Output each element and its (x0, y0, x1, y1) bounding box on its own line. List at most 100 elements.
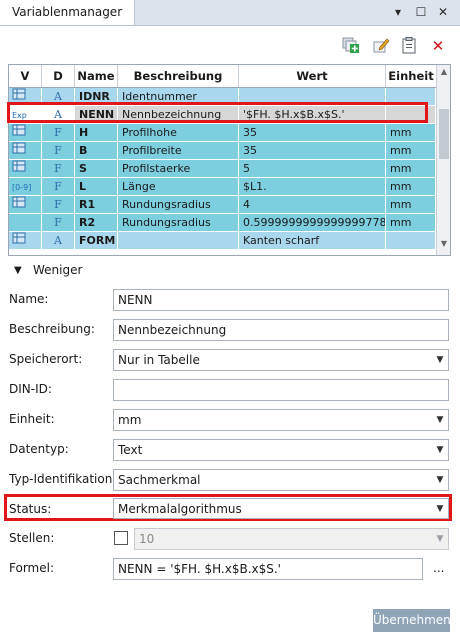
formel-input[interactable]: NENN = '$FH. $H.x$B.x$S.' (113, 558, 423, 580)
chevron-down-icon[interactable]: ▼ (432, 499, 448, 519)
name-cell: NENN (75, 106, 118, 124)
table-row[interactable]: F B Profilbreite 35 mm (9, 142, 436, 160)
beschreibung-cell (118, 232, 239, 250)
column-header-d[interactable]: D (42, 65, 75, 87)
table-row[interactable]: [0-9] F L Länge $L1. mm (9, 178, 436, 196)
name-cell: L (75, 178, 118, 196)
speicherort-select[interactable]: Nur in Tabelle ▼ (113, 349, 449, 371)
datatype-icon: A (42, 106, 75, 124)
table-row[interactable]: Exp A NENN Nennbezeichnung '$FH. $H.x$B.x$S.… (9, 106, 436, 124)
name-cell: R1 (75, 196, 118, 214)
column-header-v[interactable]: V (9, 65, 42, 87)
name-cell: S (75, 160, 118, 178)
beschreibung-cell: Rundungsradius (118, 196, 239, 214)
collapse-triangle-icon[interactable]: ▼ (14, 265, 22, 276)
chevron-down-icon[interactable]: ▼ (432, 529, 448, 549)
beschreibung-input[interactable]: Nennbezeichnung (113, 319, 449, 341)
wert-cell: Kanten scharf (239, 232, 386, 250)
wert-cell: 0.5999999999999999778 (239, 214, 386, 232)
column-header-beschreibung[interactable]: Beschreibung (118, 65, 239, 87)
table-row[interactable]: F H Profilhohe 35 mm (9, 124, 436, 142)
table-row[interactable]: F R1 Rundungsradius 4 mm (9, 196, 436, 214)
scroll-down-icon[interactable]: ▼ (439, 239, 449, 251)
grid-icon (9, 232, 42, 250)
speicherort-label: Speicherort: (9, 352, 83, 366)
wert-cell: 4 (239, 196, 386, 214)
einheit-cell (386, 232, 436, 250)
typ-identifikation-select[interactable]: Sachmerkmal ▼ (113, 469, 449, 491)
grid-icon (9, 88, 42, 106)
vertical-scrollbar[interactable]: ▲ ▼ (436, 65, 450, 255)
grid-icon (9, 124, 42, 142)
chevron-down-icon[interactable]: ▼ (432, 410, 448, 430)
einheit-cell: mm (386, 196, 436, 214)
datatype-icon: A (42, 232, 75, 250)
add-variable-icon[interactable] (341, 36, 361, 56)
grid-icon (9, 142, 42, 160)
chevron-down-icon[interactable]: ▼ (432, 440, 448, 460)
column-header-name[interactable]: Name (75, 65, 118, 87)
exp-icon: Exp (9, 106, 42, 124)
chevron-down-icon[interactable]: ▼ (432, 470, 448, 490)
name-cell: IDNR (75, 88, 118, 106)
v-type-label: [0-9] (12, 183, 32, 192)
einheit-cell: mm (386, 124, 436, 142)
name-input[interactable]: NENN (113, 289, 449, 311)
stellen-value: 10 (139, 532, 155, 546)
beschreibung-cell: Länge (118, 178, 239, 196)
column-header-wert[interactable]: Wert (239, 65, 386, 87)
name-cell: FORM (75, 232, 118, 250)
datatype-icon: F (42, 178, 75, 196)
einheit-select[interactable]: mm ▼ (113, 409, 449, 431)
wert-cell: 35 (239, 124, 386, 142)
table-row[interactable]: F S Profilstaerke 5 mm (9, 160, 436, 178)
delete-icon[interactable]: ✕ (428, 36, 448, 56)
beschreibung-cell: Profilhohe (118, 124, 239, 142)
datatype-icon: A (42, 88, 75, 106)
formel-label: Formel: (9, 561, 54, 575)
einheit-cell: mm (386, 160, 436, 178)
dropdown-icon[interactable]: ▾ (389, 4, 407, 20)
wert-cell: $L1. (239, 178, 386, 196)
table-row[interactable]: F R2 Rundungsradius 0.5999999999999999778 mm (9, 214, 436, 232)
v-type-label: Exp (12, 111, 27, 120)
einheit-cell: mm (386, 214, 436, 232)
datentyp-label: Datentyp: (9, 442, 69, 456)
title-bar: Variablenmanager ▾ ☐ ✕ (0, 0, 460, 26)
table-row[interactable]: A IDNR Identnummer (9, 88, 436, 106)
column-header-einheit[interactable]: Einheit (386, 65, 436, 87)
window-tab-title[interactable]: Variablenmanager (0, 0, 136, 25)
grid-icon (9, 196, 42, 214)
typ-identifikation-value: Sachmerkmal (118, 473, 201, 487)
beschreibung-label: Beschreibung: (9, 322, 95, 336)
datentyp-select[interactable]: Text ▼ (113, 439, 449, 461)
stellen-checkbox[interactable] (114, 531, 128, 545)
close-icon[interactable]: ✕ (434, 4, 452, 20)
toggle-weniger[interactable]: Weniger (33, 263, 82, 277)
clipboard-icon[interactable] (399, 36, 419, 56)
name-cell: H (75, 124, 118, 142)
name-cell: B (75, 142, 118, 160)
din-id-input[interactable] (113, 379, 449, 401)
scroll-up-icon[interactable]: ▲ (439, 67, 449, 79)
einheit-label: Einheit: (9, 412, 55, 426)
beschreibung-cell: Rundungsradius (118, 214, 239, 232)
formel-more-button[interactable]: ... (433, 561, 444, 575)
din-id-label: DIN-ID: (9, 382, 52, 396)
datatype-icon: F (42, 160, 75, 178)
edit-variable-icon[interactable] (371, 36, 391, 56)
status-label: Status: (9, 502, 52, 516)
chevron-down-icon[interactable]: ▼ (432, 350, 448, 370)
status-select[interactable]: Merkmalalgorithmus ▼ (113, 498, 449, 519)
maximize-icon[interactable]: ☐ (412, 4, 430, 20)
variables-table: V D Name Beschreibung Wert Einheit A IDNR… (8, 64, 451, 256)
stellen-label: Stellen: (9, 531, 55, 545)
wert-cell: 5 (239, 160, 386, 178)
einheit-cell: mm (386, 142, 436, 160)
wert-cell: '$FH. $H.x$B.x$S.' (239, 106, 386, 124)
range-icon: [0-9] (9, 178, 42, 196)
stellen-select[interactable]: 10 ▼ (134, 528, 449, 550)
apply-button[interactable]: Übernehmen (373, 609, 451, 632)
scrollbar-thumb[interactable] (439, 109, 449, 159)
table-row[interactable]: A FORM Kanten scharf (9, 232, 436, 250)
